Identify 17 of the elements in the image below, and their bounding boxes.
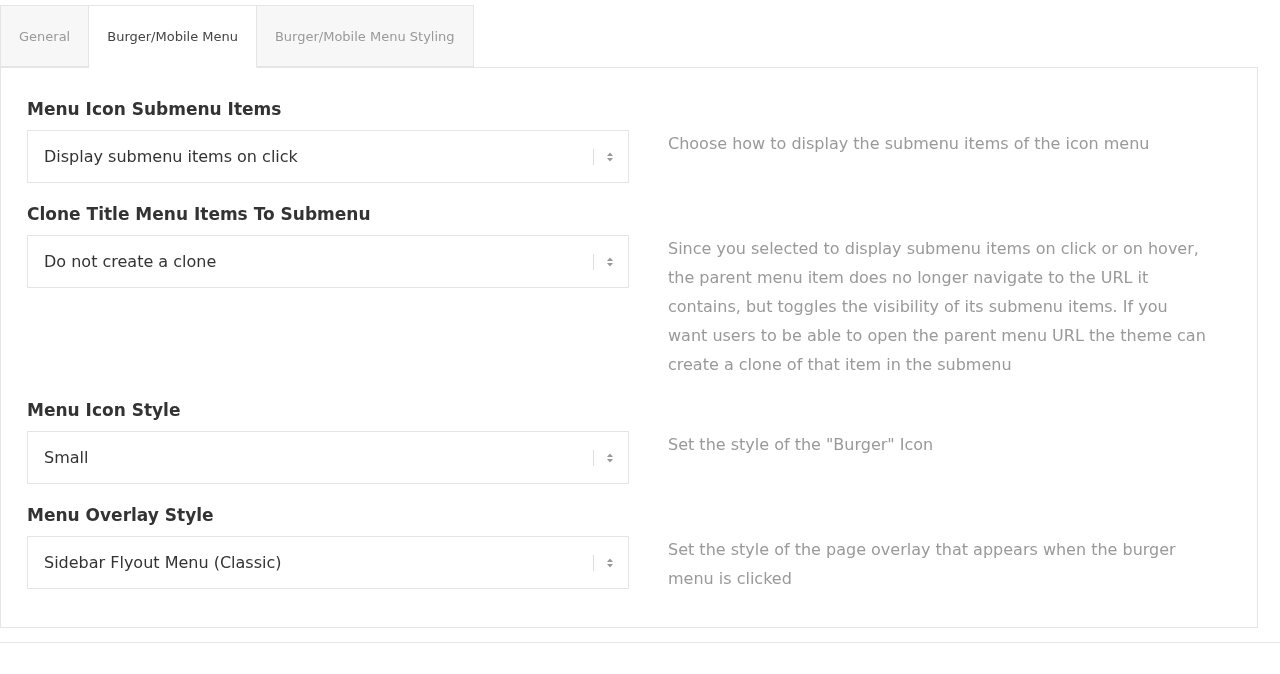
select-field[interactable]: Do not create a clone <box>27 235 629 288</box>
field-label: Menu Icon Style <box>27 399 182 421</box>
field-label: Clone Title Menu Items To Submenu <box>27 203 372 225</box>
help-text: Since you selected to display submenu items on click or on hover, the parent menu item does no longer navigate to the URL it contains, but toggles the visibility of its submenu items. If you want users to be able to open the parent menu URL the theme can create a clone of that item in the submenu <box>668 238 1207 376</box>
tab[interactable]: Burger/Mobile Menu <box>89 5 257 68</box>
help-text: Choose how to display the submenu items of the icon menu <box>668 133 1151 155</box>
select-field[interactable]: Display submenu items on click <box>27 130 629 183</box>
field-label: Menu Overlay Style <box>27 504 215 526</box>
help-text: Set the style of the page overlay that appears when the burger menu is clicked <box>668 539 1177 590</box>
sort-arrows-icon <box>606 150 614 163</box>
select-field[interactable]: Sidebar Flyout Menu (Classic) <box>27 536 629 589</box>
select-field[interactable]: Small <box>27 431 629 484</box>
sort-arrows-icon <box>606 556 614 569</box>
sort-arrows-icon <box>606 255 614 268</box>
sort-arrows-icon <box>606 451 614 464</box>
field-label: Menu Icon Submenu Items <box>27 98 283 120</box>
help-text: Set the style of the "Burger" Icon <box>668 434 935 456</box>
